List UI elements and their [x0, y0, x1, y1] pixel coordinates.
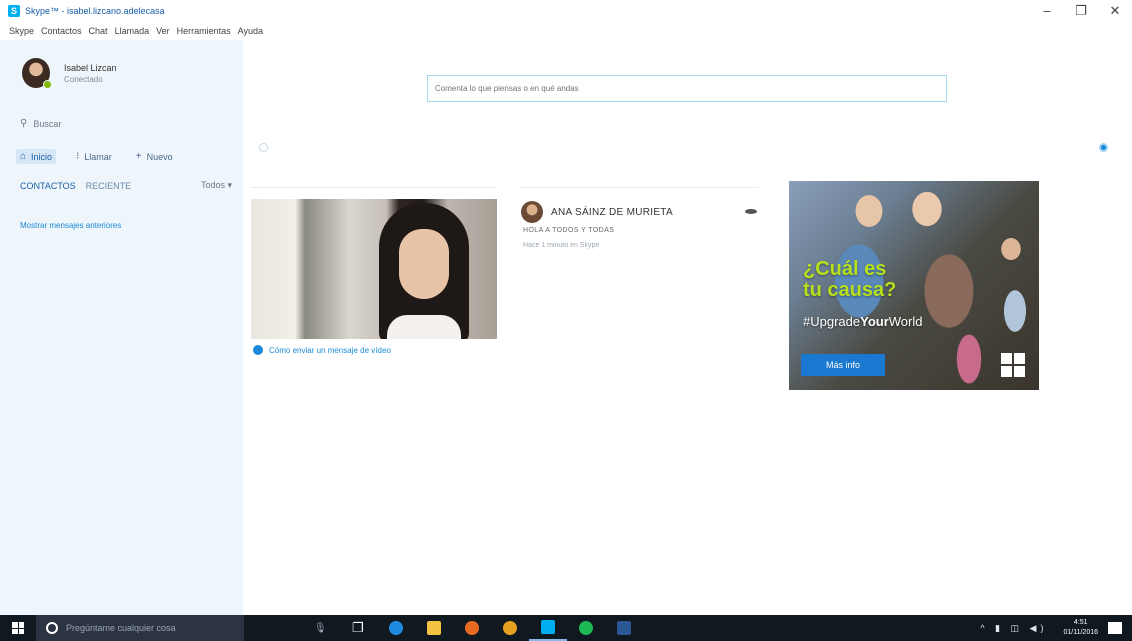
- contact-avatar[interactable]: [521, 201, 543, 223]
- start-button[interactable]: [0, 615, 36, 641]
- ad-hashtag: #UpgradeYourWorld: [803, 314, 922, 329]
- ad-headline-line2: tu causa?: [803, 279, 897, 301]
- mood-message-input[interactable]: [427, 75, 947, 102]
- ad-headline: ¿Cuál es tu causa?: [803, 259, 896, 301]
- taskbar-search[interactable]: Pregúntame cualquier cosa: [36, 615, 244, 641]
- nav-calls-label: Llamar: [84, 151, 112, 162]
- home-icon: ⌂: [20, 151, 27, 162]
- sidebar: Isabel Lizcan Conectado ⚲ Buscar ⌂ Inici…: [0, 40, 243, 615]
- close-button[interactable]: ✕: [1098, 0, 1132, 22]
- menu-llamada[interactable]: Llamada: [115, 26, 150, 36]
- windows-start-icon: [12, 622, 24, 634]
- plus-icon: +: [135, 151, 142, 162]
- edge-icon[interactable]: [377, 615, 415, 641]
- divider: [519, 187, 759, 188]
- firefox-icon[interactable]: [453, 615, 491, 641]
- tray-icons[interactable]: ^ ▮ ◫ ◀): [980, 623, 1047, 634]
- contact-mood: HOLA A TODOS Y TODAS: [523, 227, 615, 234]
- spotify-icon[interactable]: [567, 615, 605, 641]
- chrome-icon[interactable]: [491, 615, 529, 641]
- menu-chat[interactable]: Chat: [89, 26, 108, 36]
- older-messages-link[interactable]: Mostrar mensajes anteriores: [20, 221, 121, 230]
- presence-online-icon: [43, 80, 52, 89]
- ad-hashtag-bold: Your: [860, 314, 889, 329]
- ad-hashtag-post: World: [888, 314, 923, 329]
- notification-icon[interactable]: [1108, 622, 1122, 634]
- tab-recent[interactable]: RECIENTE: [86, 181, 132, 191]
- eye-icon[interactable]: [745, 209, 757, 214]
- profile-name: Isabel Lizcan: [64, 62, 117, 73]
- nav-home-label: Inicio: [31, 151, 53, 162]
- taskbar-apps: ❐: [339, 615, 643, 641]
- microphone-icon[interactable]: 🎙: [314, 623, 327, 634]
- ad-more-info-button[interactable]: Más info: [801, 354, 885, 376]
- search-label: Buscar: [33, 118, 62, 129]
- search-icon: ⚲: [20, 118, 28, 129]
- word-icon[interactable]: [605, 615, 643, 641]
- divider: [251, 187, 497, 188]
- taskbar: Pregúntame cualquier cosa 🎙 ❐ ^ ▮ ◫ ◀) 4…: [0, 615, 1132, 641]
- clock[interactable]: 4:51 01/11/2016: [1063, 618, 1098, 638]
- contact-card[interactable]: ANA SÁINZ DE MURIETA HOLA A TODOS Y TODA…: [521, 201, 761, 249]
- video-link-text: Cómo enviar un mensaje de vídeo: [269, 345, 391, 355]
- menu-ayuda[interactable]: Ayuda: [238, 26, 263, 36]
- skype-taskbar-icon[interactable]: [528, 615, 567, 641]
- ad-hashtag-pre: #Upgrade: [803, 314, 861, 329]
- minimize-button[interactable]: –: [1030, 0, 1064, 22]
- clock-date: 01/11/2016: [1063, 629, 1098, 636]
- contact-name[interactable]: ANA SÁINZ DE MURIETA: [551, 207, 673, 218]
- menu-bar: Skype Contactos Chat Llamada Ver Herrami…: [0, 22, 600, 40]
- taskbar-search-placeholder: Pregúntame cualquier cosa: [66, 623, 176, 633]
- settings-icon[interactable]: [1099, 143, 1108, 152]
- avatar[interactable]: [22, 58, 52, 89]
- contact-tabs: CONTACTOS RECIENTE Todos ▾: [20, 180, 232, 191]
- ad-banner[interactable]: ¿Cuál es tu causa? #UpgradeYourWorld Más…: [789, 181, 1039, 390]
- maximize-button[interactable]: ❐: [1064, 0, 1098, 22]
- menu-herramientas[interactable]: Herramientas: [177, 26, 231, 36]
- tab-contacts[interactable]: CONTACTOS: [20, 181, 76, 191]
- sidebar-search[interactable]: ⚲ Buscar: [20, 118, 61, 129]
- menu-ver[interactable]: Ver: [156, 26, 170, 36]
- menu-skype[interactable]: Skype: [9, 26, 34, 36]
- status-circle-icon[interactable]: [259, 143, 268, 152]
- dialpad-icon: ⁝: [76, 151, 80, 162]
- filter-dropdown[interactable]: Todos ▾: [201, 180, 232, 191]
- file-explorer-icon[interactable]: [415, 615, 453, 641]
- nav-calls-button[interactable]: ⁝ Llamar: [72, 149, 116, 164]
- windows-logo-icon: [1001, 353, 1025, 377]
- play-icon: [253, 345, 263, 355]
- sidebar-nav: ⌂ Inicio ⁝ Llamar + Nuevo: [16, 149, 193, 164]
- contact-time: Hace 1 minuto en Skype: [523, 242, 600, 249]
- video-message-thumbnail[interactable]: [251, 199, 497, 339]
- system-tray: ^ ▮ ◫ ◀) 4:51 01/11/2016: [980, 615, 1132, 641]
- nav-new-button[interactable]: + Nuevo: [132, 149, 177, 164]
- clock-time: 4:51: [1073, 619, 1088, 626]
- video-person: [379, 203, 469, 339]
- nav-home-button[interactable]: ⌂ Inicio: [16, 149, 57, 164]
- ad-headline-line1: ¿Cuál es: [803, 258, 887, 280]
- home-feed: Cómo enviar un mensaje de vídeo ANA SÁIN…: [243, 40, 1132, 615]
- window-title: Skype™ - isabel.lizcano.adelecasa: [25, 6, 165, 16]
- profile-status[interactable]: Conectado: [64, 75, 117, 84]
- skype-logo-icon: S: [8, 5, 20, 17]
- profile[interactable]: Isabel Lizcan Conectado: [22, 58, 117, 89]
- menu-contactos[interactable]: Contactos: [41, 26, 82, 36]
- title-bar: S Skype™ - isabel.lizcano.adelecasa – ❐ …: [0, 0, 1132, 22]
- cortana-icon: [46, 622, 58, 634]
- video-message-link[interactable]: Cómo enviar un mensaje de vídeo: [253, 345, 391, 355]
- nav-new-label: Nuevo: [146, 151, 173, 162]
- task-view-icon[interactable]: ❐: [339, 615, 377, 641]
